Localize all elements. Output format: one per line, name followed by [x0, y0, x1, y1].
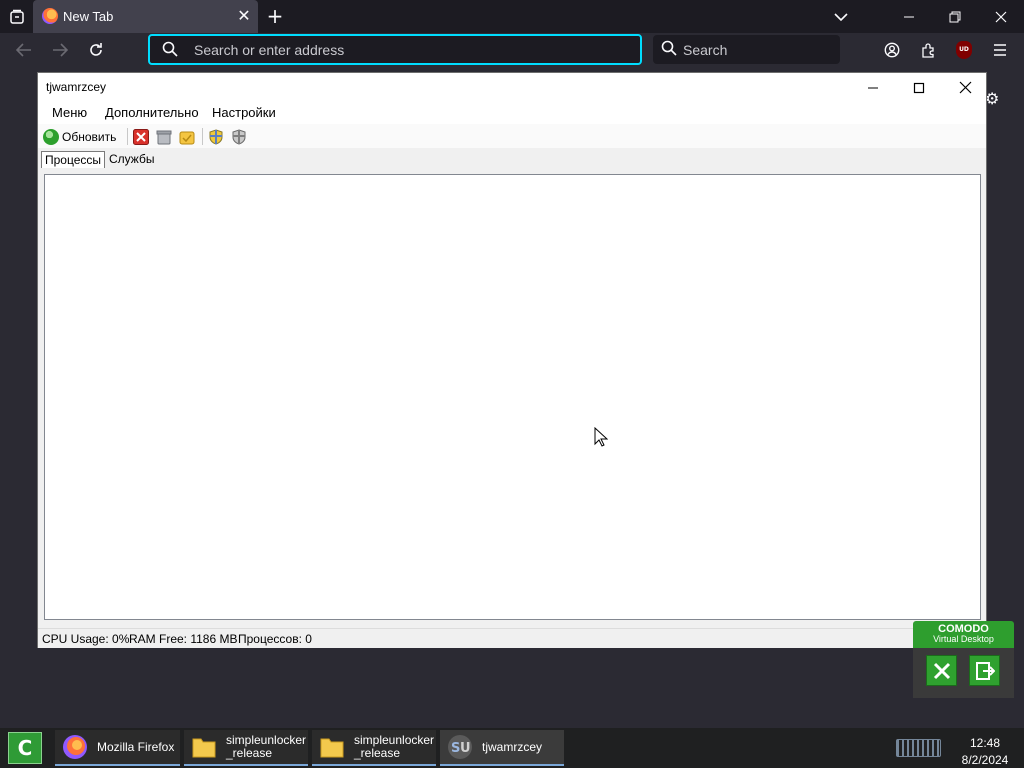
taskbar-item-su-app[interactable]: SU tjwamrzcey: [440, 730, 564, 766]
tab-overflow-chevron-icon[interactable]: [818, 0, 864, 33]
taskbar-item-label: simpleunlocker _release: [226, 733, 307, 760]
clock-date: 8/2/2024: [961, 753, 1009, 767]
close-x-icon: [933, 662, 950, 679]
search-icon: [661, 40, 677, 59]
shield-gray-icon[interactable]: [231, 129, 247, 145]
extensions-puzzle-icon[interactable]: [916, 38, 940, 62]
folder-icon: [190, 733, 218, 761]
toolbar-divider: [202, 128, 203, 145]
process-count-status: Процессов: 0: [238, 632, 312, 646]
search-bar[interactable]: [653, 35, 840, 64]
clock-time: 12:48: [969, 736, 1001, 750]
toolbar-divider: [127, 128, 128, 145]
ublock-origin-icon[interactable]: UD: [952, 38, 976, 62]
reload-icon[interactable]: [82, 37, 110, 63]
status-bar: CPU Usage: 0% RAM Free: 1186 MB Процессо…: [38, 628, 986, 648]
back-arrow-icon[interactable]: [10, 37, 38, 63]
taskbar-clock[interactable]: 12:48 8/2/2024: [955, 735, 1015, 768]
search-input[interactable]: [683, 40, 833, 59]
app-toolbar: Обновить: [38, 124, 986, 148]
firefox-favicon-icon: [42, 8, 58, 24]
taskbar-item-label: simpleunlocker _release: [354, 733, 435, 760]
su-app-icon: SU: [446, 733, 474, 761]
list-all-tabs-icon[interactable]: [0, 0, 33, 33]
mouse-pointer-icon: [594, 426, 609, 450]
tab-services[interactable]: Службы: [106, 151, 157, 168]
comodo-start-button[interactable]: C: [8, 732, 42, 764]
account-icon[interactable]: [880, 38, 904, 62]
unlock-icon[interactable]: [179, 129, 195, 145]
svg-text:S: S: [451, 741, 460, 756]
taskbar-item-label: tjwamrzcey: [482, 739, 543, 754]
browser-nav-bar: UD: [0, 33, 1024, 67]
comodo-controls: [913, 648, 1014, 698]
comodo-close-desktop-button[interactable]: [926, 655, 957, 686]
delete-icon[interactable]: [156, 129, 172, 145]
firefox-icon: [61, 733, 89, 761]
search-icon: [162, 41, 178, 60]
taskbar-item-folder[interactable]: simpleunlocker _release: [312, 730, 436, 766]
exit-arrow-icon: [975, 661, 995, 680]
browser-tab[interactable]: New Tab ✕: [33, 0, 258, 33]
cpu-usage-status: CPU Usage: 0%: [42, 632, 130, 646]
refresh-label: Обновить: [62, 130, 117, 144]
refresh-button[interactable]: Обновить: [43, 128, 116, 146]
taskbar: C Mozilla Firefox simpleunlocker _releas…: [0, 728, 1024, 768]
shield-yellow-icon[interactable]: [208, 129, 224, 145]
address-bar[interactable]: [148, 34, 642, 65]
refresh-icon: [43, 129, 59, 145]
on-screen-keyboard-icon[interactable]: [896, 739, 941, 757]
browser-restore-icon[interactable]: [932, 0, 978, 33]
taskbar-item-firefox[interactable]: Mozilla Firefox: [55, 730, 180, 766]
app-menu-bar: Меню Дополнительно Настройки: [38, 102, 986, 124]
comodo-virtual-desktop-widget: COMODO Virtual Desktop: [913, 621, 1014, 698]
folder-icon: [318, 733, 346, 761]
tab-processes[interactable]: Процессы: [41, 151, 106, 168]
app-window-title: tjwamrzcey: [46, 80, 107, 94]
taskbar-item-label: Mozilla Firefox: [97, 739, 175, 754]
app-tab-strip: Процессы Службы: [38, 150, 986, 170]
menu-item-settings[interactable]: Настройки: [212, 105, 276, 120]
browser-minimize-icon[interactable]: [886, 0, 932, 33]
process-list[interactable]: [44, 174, 981, 620]
app-titlebar[interactable]: tjwamrzcey: [38, 73, 986, 102]
new-tab-plus-icon[interactable]: +: [262, 4, 288, 30]
close-tab-icon[interactable]: ✕: [235, 6, 253, 26]
comodo-exit-desktop-button[interactable]: [969, 655, 1000, 686]
taskbar-item-folder[interactable]: simpleunlocker _release: [184, 730, 308, 766]
kill-process-icon[interactable]: [133, 129, 149, 145]
menu-item-additional[interactable]: Дополнительно: [105, 105, 199, 120]
ram-free-status: RAM Free: 1186 MB: [129, 632, 238, 646]
app-maximize-icon[interactable]: [896, 73, 942, 102]
app-minimize-icon[interactable]: [850, 73, 896, 102]
forward-arrow-icon[interactable]: [46, 37, 74, 63]
app-menu-hamburger-icon[interactable]: [988, 38, 1012, 62]
browser-tab-bar: New Tab ✕ +: [0, 0, 1024, 33]
app-close-icon[interactable]: [942, 73, 988, 102]
address-input[interactable]: [194, 40, 614, 60]
svg-text:U: U: [460, 741, 471, 756]
app-window: tjwamrzcey Меню Дополнительно Настройки …: [37, 72, 987, 648]
browser-close-icon[interactable]: [978, 0, 1024, 33]
comodo-subtitle: Virtual Desktop: [933, 634, 994, 644]
comodo-header: COMODO Virtual Desktop: [913, 621, 1014, 648]
tab-title: New Tab: [63, 9, 114, 24]
menu-item-menu[interactable]: Меню: [52, 105, 87, 120]
